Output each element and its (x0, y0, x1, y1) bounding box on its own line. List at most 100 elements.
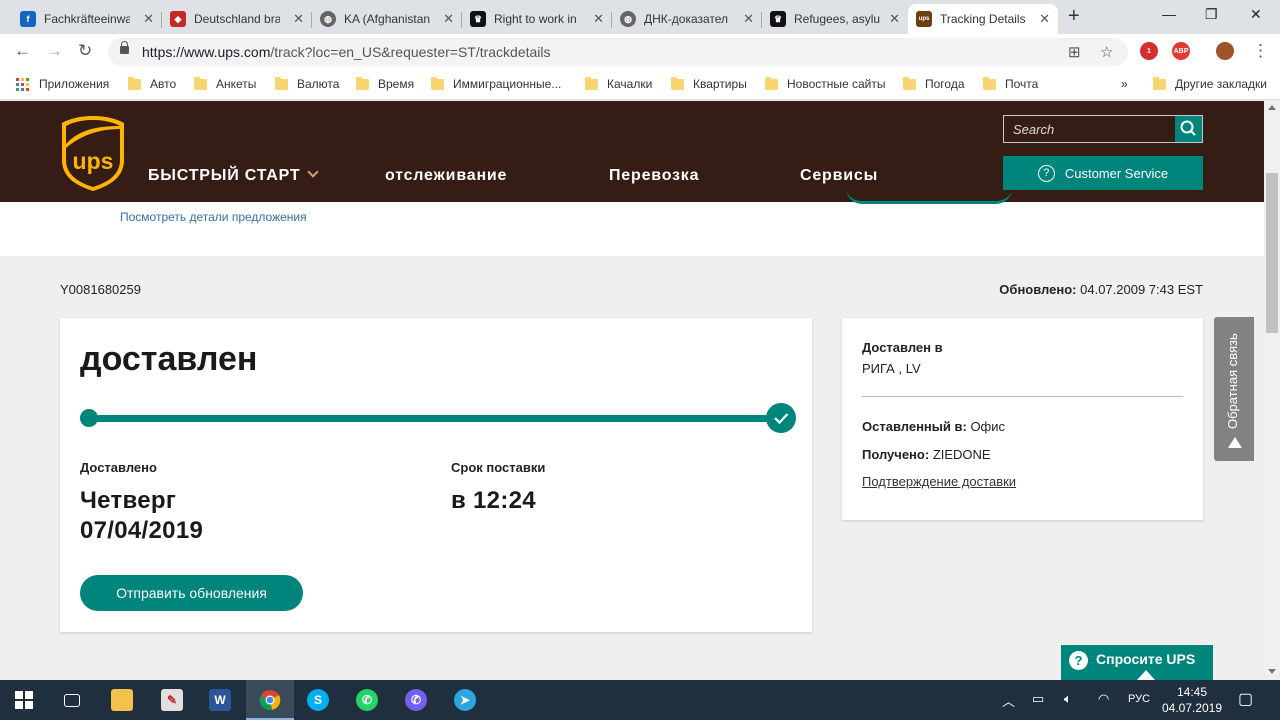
close-icon[interactable]: ✕ (143, 11, 154, 27)
minimize-icon[interactable]: — (1162, 6, 1176, 22)
ups-logo[interactable]: ups (60, 114, 126, 192)
start-button[interactable] (0, 680, 48, 720)
taskbar-viber[interactable]: ✆ (392, 680, 440, 720)
battery-icon[interactable]: ▭ (1032, 691, 1044, 707)
proof-of-delivery-link[interactable]: Подтверждение доставки (862, 474, 1016, 489)
bookmark-apps[interactable]: Приложения (16, 77, 109, 91)
reload-icon[interactable]: ↻ (78, 41, 92, 61)
taskbar-skype[interactable]: S (294, 680, 342, 720)
nav-services[interactable]: Сервисы (800, 167, 878, 185)
volume-icon[interactable]: 🔈︎ (1064, 691, 1072, 707)
page-scrollbar[interactable] (1264, 101, 1280, 680)
taskbar-explorer[interactable] (98, 680, 146, 720)
folder-icon (194, 76, 207, 90)
svg-text:ups: ups (73, 148, 114, 174)
ups-icon: ups (916, 11, 932, 27)
notifications-icon[interactable]: ▢ (1238, 689, 1253, 709)
close-icon[interactable]: ✕ (889, 11, 900, 27)
close-icon[interactable]: ✕ (293, 11, 304, 27)
close-window-icon[interactable]: ✕ (1250, 6, 1262, 23)
browser-tab[interactable]: ♛ Right to work in ✕ (462, 4, 612, 34)
bookmark-folder[interactable]: Иммиграционные... (431, 76, 561, 91)
folder-icon (275, 76, 288, 90)
tab-title: ДНК-доказател (644, 12, 729, 26)
close-icon[interactable]: ✕ (443, 11, 454, 27)
extension-badge-icon[interactable]: 1 (1140, 42, 1158, 60)
delivery-details-card: Доставлен в РИГА , LV Оставленный в: Офи… (842, 318, 1203, 520)
bookmark-folder[interactable]: Квартиры (671, 76, 747, 91)
taskbar-word[interactable]: W (196, 680, 244, 720)
customer-service-button[interactable]: ? Customer Service (1003, 156, 1203, 190)
viber-icon: ✆ (405, 689, 427, 711)
question-icon: ? (1037, 164, 1055, 182)
nav-shipping[interactable]: Перевозка (609, 167, 699, 185)
bookmark-folder[interactable]: Валюта (275, 76, 339, 91)
system-clock[interactable]: 14:45 04.07.2019 (1160, 684, 1224, 716)
close-icon[interactable]: ✕ (593, 11, 604, 27)
folder-icon (765, 76, 778, 90)
offer-details-link[interactable]: Посмотреть детали предложения (120, 210, 307, 224)
avatar[interactable] (1216, 42, 1234, 60)
bookmark-folder[interactable]: Качалки (585, 76, 652, 91)
taskbar-whatsapp[interactable]: ✆ (343, 680, 391, 720)
browser-tab[interactable]: ♛ Refugees, asylu ✕ (762, 4, 908, 34)
bookmarks-bar: Приложения Авто Анкеты Валюта Время Имми… (0, 70, 1280, 100)
checkmark-icon (774, 413, 789, 425)
delivered-day: Четверг (80, 487, 177, 514)
globe-gray-icon: ◍ (320, 11, 336, 27)
task-view-button[interactable] (48, 680, 96, 720)
translate-icon[interactable]: ⊞ (1068, 43, 1081, 61)
send-updates-button[interactable]: Отправить обновления (80, 575, 303, 611)
forward-icon[interactable]: → (46, 41, 63, 61)
taskbar-chrome[interactable] (246, 680, 294, 720)
progress-bar (88, 415, 768, 422)
progress-end-marker (766, 403, 796, 433)
telegram-icon: ➤ (454, 689, 476, 711)
close-icon[interactable]: ✕ (743, 11, 754, 27)
nav-tracking[interactable]: отслеживание (385, 167, 507, 185)
search-input[interactable] (1004, 116, 1176, 142)
bookmark-star-icon[interactable]: ☆ (1100, 43, 1113, 61)
bookmark-other[interactable]: Другие закладки (1153, 76, 1267, 91)
menu-dots-icon[interactable]: ⋮ (1252, 41, 1269, 61)
feedback-tab[interactable]: Обратная связь (1214, 317, 1254, 461)
folder-icon (1153, 76, 1166, 90)
scroll-down-icon[interactable] (1268, 669, 1276, 674)
browser-toolbar: ← → ↻ https://www.ups.com/track?loc=en_U… (0, 34, 1280, 70)
address-bar[interactable]: https://www.ups.com/track?loc=en_US&requ… (108, 38, 1128, 66)
url-text[interactable]: https://www.ups.com/track?loc=en_US&requ… (142, 44, 551, 60)
bookmark-folder[interactable]: Авто (128, 76, 176, 91)
new-tab-icon[interactable]: + (1068, 5, 1080, 28)
adblock-icon[interactable]: ABP (1172, 42, 1190, 60)
promo-button[interactable] (846, 188, 1012, 204)
bookmarks-overflow[interactable]: » (1121, 77, 1128, 91)
nav-quick-start[interactable]: БЫСТРЫЙ СТАРТ (148, 166, 319, 185)
ask-ups-button[interactable]: ? Спросите UPS (1061, 645, 1213, 680)
bookmark-folder[interactable]: Время (356, 76, 414, 91)
browser-tab[interactable]: ◍ ДНК-доказател ✕ (612, 4, 762, 34)
browser-tab[interactable]: f Fachkräfteeinwa ✕ (12, 4, 162, 34)
task-view-icon (64, 693, 80, 707)
bookmark-folder[interactable]: Почта (983, 76, 1038, 91)
received-by: Получено: ZIEDONE (862, 447, 991, 462)
bookmark-folder[interactable]: Анкеты (194, 76, 256, 91)
apps-grid-icon (16, 77, 29, 91)
scroll-up-icon[interactable] (1268, 105, 1276, 110)
tray-chevron-up-icon[interactable]: ︿ (1002, 691, 1015, 710)
close-icon[interactable]: ✕ (1039, 11, 1050, 27)
taskbar-telegram[interactable]: ➤ (441, 680, 489, 720)
browser-tab-active[interactable]: ups Tracking Details ✕ (908, 4, 1058, 34)
input-language[interactable]: РУС (1128, 693, 1150, 705)
maximize-icon[interactable]: ❐ (1205, 6, 1218, 23)
bookmark-folder[interactable]: Новостные сайты (765, 76, 886, 91)
globe-blue-icon: f (20, 11, 36, 27)
search-button[interactable] (1175, 116, 1202, 142)
browser-tab[interactable]: ◍ KA (Afghanistan ✕ (312, 4, 462, 34)
wifi-icon[interactable]: ◠ (1098, 691, 1109, 707)
back-icon[interactable]: ← (14, 41, 31, 61)
word-icon: W (209, 689, 231, 711)
browser-tab[interactable]: ◆ Deutschland bra ✕ (162, 4, 312, 34)
bookmark-folder[interactable]: Погода (903, 76, 965, 91)
taskbar-paint[interactable]: ✎ (148, 680, 196, 720)
scroll-thumb[interactable] (1266, 173, 1278, 333)
